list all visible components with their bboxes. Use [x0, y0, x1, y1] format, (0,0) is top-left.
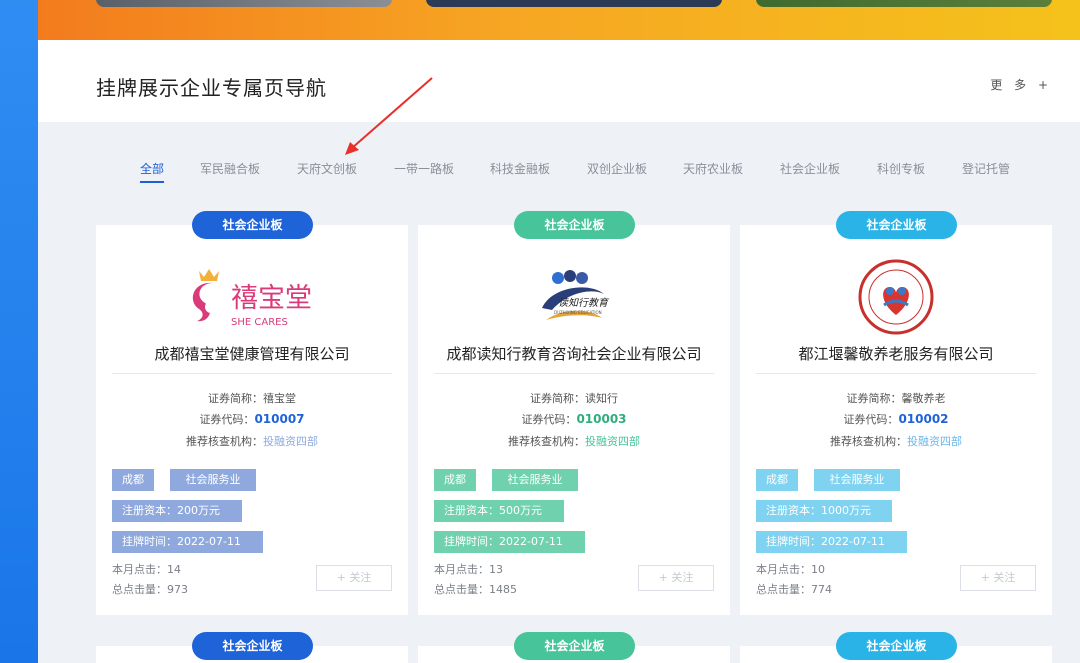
total-clicks: 总点击量：1485: [434, 583, 517, 596]
month-clicks: 本月点击：10: [756, 563, 825, 576]
tab-tianfu-culture[interactable]: 天府文创板: [297, 160, 357, 177]
board-badge: 社会企业板: [514, 211, 635, 239]
banner-thumb-2[interactable]: [426, 0, 722, 7]
top-banner: [38, 0, 1080, 40]
svg-text:禧宝堂: 禧宝堂: [231, 283, 312, 314]
agency-row: 推荐核查机构：投融资四部: [830, 435, 962, 448]
banner-thumb-3[interactable]: [756, 0, 1052, 7]
left-sidebar-rail: [0, 0, 38, 663]
company-name[interactable]: 都江堰馨敬养老服务有限公司: [740, 343, 1052, 364]
board-badge: 社会企业板: [192, 632, 313, 660]
svg-text:SHE CARES: SHE CARES: [231, 317, 288, 328]
security-code-row: 证券代码：010003: [521, 412, 627, 426]
company-name[interactable]: 成都禧宝堂健康管理有限公司: [96, 343, 408, 364]
company-logo: 读知行教育 DUZHIXING EDUCATION: [418, 259, 730, 335]
security-abbr-row: 证券简称：读知行: [530, 392, 618, 405]
month-clicks: 本月点击：14: [112, 563, 181, 576]
tag-city: 成都: [434, 469, 476, 491]
security-code-row: 证券代码：010002: [843, 412, 949, 426]
tag-capital: 注册资本：200万元: [112, 500, 242, 522]
tab-tech-finance[interactable]: 科技金融板: [490, 160, 550, 177]
board-badge: 社会企业板: [514, 632, 635, 660]
board-tabs: 全部 军民融合板 天府文创板 一带一路板 科技金融板 双创企业板 天府农业板 社…: [138, 160, 1018, 184]
page-title: 挂牌展示企业专属页导航: [96, 76, 327, 100]
follow-button[interactable]: + 关注: [960, 565, 1036, 591]
company-card[interactable]: 读知行教育 DUZHIXING EDUCATION 成都读知行教育咨询社会企业有…: [418, 225, 730, 615]
tab-military-civil[interactable]: 军民融合板: [200, 160, 260, 177]
tag-city: 成都: [756, 469, 798, 491]
tab-belt-road[interactable]: 一带一路板: [394, 160, 454, 177]
security-abbr-row: 证券简称：馨敬养老: [846, 392, 946, 405]
divider: [756, 373, 1036, 374]
tab-innovation[interactable]: 双创企业板: [587, 160, 647, 177]
follow-button[interactable]: + 关注: [638, 565, 714, 591]
total-clicks: 总点击量：774: [756, 583, 832, 596]
security-code-row: 证券代码：010007: [199, 412, 305, 426]
tag-listing-date: 挂牌时间：2022-07-11: [112, 531, 263, 553]
tag-industry: 社会服务业: [170, 469, 256, 491]
security-abbr-row: 证券简称：禧宝堂: [208, 392, 296, 405]
tab-sci-tech[interactable]: 科创专板: [877, 160, 925, 177]
divider: [112, 373, 392, 374]
tag-listing-date: 挂牌时间：2022-07-11: [434, 531, 585, 553]
month-clicks: 本月点击：13: [434, 563, 503, 576]
company-card[interactable]: 禧宝堂 SHE CARES 成都禧宝堂健康管理有限公司 证券简称：禧宝堂 证券代…: [96, 225, 408, 615]
banner-thumb-1[interactable]: [96, 0, 392, 7]
svg-text:DUZHIXING EDUCATION: DUZHIXING EDUCATION: [554, 310, 602, 315]
tab-tianfu-agri[interactable]: 天府农业板: [683, 160, 743, 177]
board-badge: 社会企业板: [836, 211, 957, 239]
tag-capital: 注册资本：1000万元: [756, 500, 892, 522]
company-logo: 禧宝堂 SHE CARES: [96, 259, 408, 335]
tag-listing-date: 挂牌时间：2022-07-11: [756, 531, 907, 553]
tab-social-enterprise[interactable]: 社会企业板: [780, 160, 840, 177]
more-link[interactable]: 更 多 +: [990, 76, 1052, 93]
divider: [434, 373, 714, 374]
svg-text:读知行教育: 读知行教育: [558, 297, 610, 309]
board-badge: 社会企业板: [192, 211, 313, 239]
agency-row: 推荐核查机构：投融资四部: [508, 435, 640, 448]
xibaotang-logo-icon: 禧宝堂 SHE CARES: [192, 269, 312, 328]
board-badge: 社会企业板: [836, 632, 957, 660]
company-logo: [740, 259, 1052, 335]
section-header: 挂牌展示企业专属页导航 更 多 +: [38, 40, 1080, 122]
tag-capital: 注册资本：500万元: [434, 500, 564, 522]
agency-link[interactable]: 投融资四部: [263, 435, 318, 448]
tag-industry: 社会服务业: [492, 469, 578, 491]
company-card[interactable]: 都江堰馨敬养老服务有限公司 证券简称：馨敬养老 证券代码：010002 推荐核查…: [740, 225, 1052, 615]
duzhixing-logo-icon: 读知行教育 DUZHIXING EDUCATION: [542, 270, 610, 320]
xinjing-logo-icon: [858, 259, 934, 335]
agency-link[interactable]: 投融资四部: [585, 435, 640, 448]
tab-custody[interactable]: 登记托管: [962, 160, 1010, 177]
agency-link[interactable]: 投融资四部: [907, 435, 962, 448]
tag-industry: 社会服务业: [814, 469, 900, 491]
tab-all[interactable]: 全部: [140, 160, 165, 183]
tag-city: 成都: [112, 469, 154, 491]
agency-row: 推荐核查机构：投融资四部: [186, 435, 318, 448]
company-name[interactable]: 成都读知行教育咨询社会企业有限公司: [418, 343, 730, 364]
total-clicks: 总点击量：973: [112, 583, 188, 596]
follow-button[interactable]: + 关注: [316, 565, 392, 591]
